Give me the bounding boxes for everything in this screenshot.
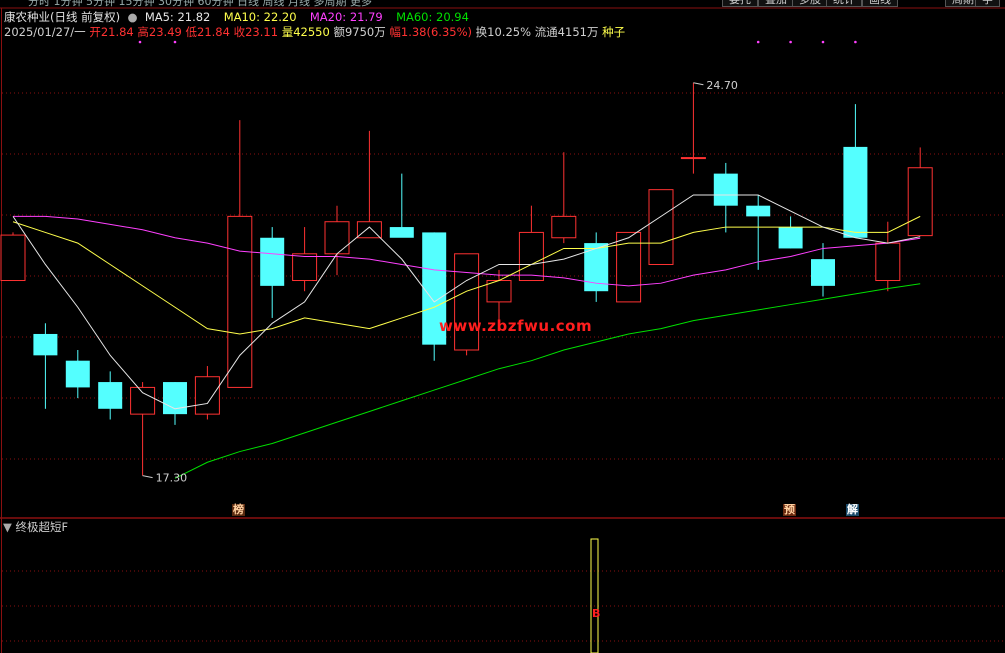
indicator-bar bbox=[590, 538, 599, 653]
candle-body bbox=[518, 231, 544, 282]
candle-body bbox=[389, 227, 414, 238]
candle-body bbox=[227, 215, 253, 388]
indicator-signal-label: B bbox=[592, 607, 600, 620]
candle-body bbox=[843, 146, 868, 238]
signal-dot bbox=[756, 40, 760, 44]
signal-dot bbox=[821, 40, 825, 44]
candle-body bbox=[0, 234, 26, 282]
candle-body bbox=[454, 253, 480, 351]
candle-body bbox=[875, 242, 901, 282]
high-pointer bbox=[693, 82, 704, 86]
candle-body bbox=[98, 382, 123, 409]
candle-body bbox=[811, 259, 835, 286]
candle-body bbox=[33, 333, 58, 356]
signal-dot bbox=[138, 40, 142, 44]
candle-body bbox=[163, 382, 187, 415]
candle-body bbox=[130, 386, 156, 415]
tag-jie: 解 bbox=[846, 503, 859, 516]
candle-body bbox=[680, 157, 706, 160]
candle-body bbox=[648, 189, 674, 265]
candle-body bbox=[292, 253, 318, 282]
low-label: 17.30 bbox=[156, 472, 188, 485]
candle-body bbox=[907, 167, 933, 237]
candle-body bbox=[65, 360, 90, 388]
candle-body bbox=[551, 215, 577, 239]
tag-bang: 榜 bbox=[232, 503, 245, 516]
signal-dot bbox=[789, 40, 792, 44]
ma60-line bbox=[174, 283, 921, 479]
tag-yu: 预 bbox=[783, 503, 796, 516]
candle-body bbox=[194, 376, 220, 415]
candle-body bbox=[260, 237, 285, 286]
signal-dot bbox=[854, 40, 857, 44]
low-pointer bbox=[142, 475, 153, 479]
candle-body bbox=[324, 221, 350, 255]
signal-dot bbox=[173, 40, 177, 44]
indicator-name: 终极超短F bbox=[15, 520, 69, 534]
indicator-title[interactable]: ▼ 终极超短F bbox=[3, 519, 68, 535]
candle-body bbox=[713, 173, 738, 206]
high-label: 24.70 bbox=[706, 79, 738, 92]
indicator-toggle-icon[interactable]: ▼ bbox=[3, 520, 12, 534]
candle-body bbox=[746, 205, 771, 217]
candle-body bbox=[778, 227, 803, 249]
watermark: www.zbzfwu.com bbox=[439, 317, 593, 335]
